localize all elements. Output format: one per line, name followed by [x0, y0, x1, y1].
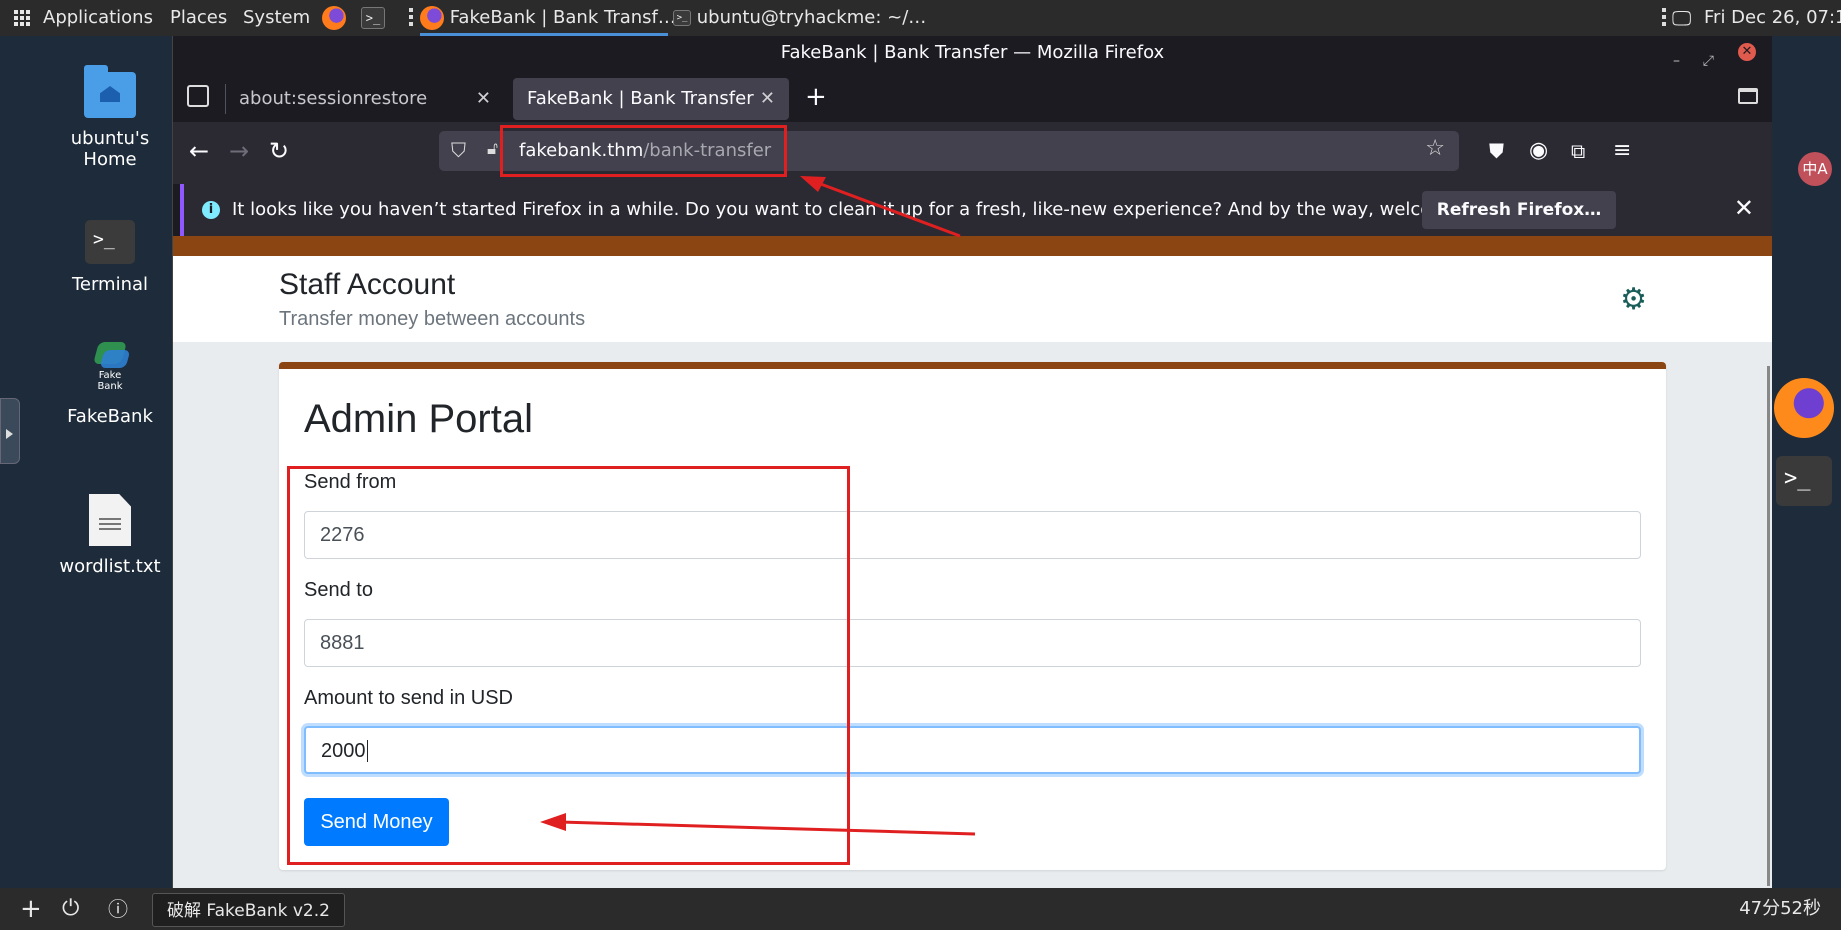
add-icon[interactable]: +: [20, 888, 42, 930]
annotation-arrows: [540, 176, 976, 836]
button-arrow: [559, 820, 976, 836]
url-arrowhead: [800, 176, 826, 192]
url-arrow: [809, 178, 961, 238]
bottom-task-label[interactable]: 破解 FakeBank v2.2: [152, 893, 345, 927]
button-arrowhead: [540, 813, 566, 831]
bottom-panel: + ⏻ ⓘ 破解 FakeBank v2.2 47分52秒: [0, 888, 1841, 930]
power-icon[interactable]: ⏻: [62, 888, 79, 930]
session-timer: 47分52秒: [1739, 898, 1821, 919]
info-icon[interactable]: ⓘ: [108, 888, 128, 930]
